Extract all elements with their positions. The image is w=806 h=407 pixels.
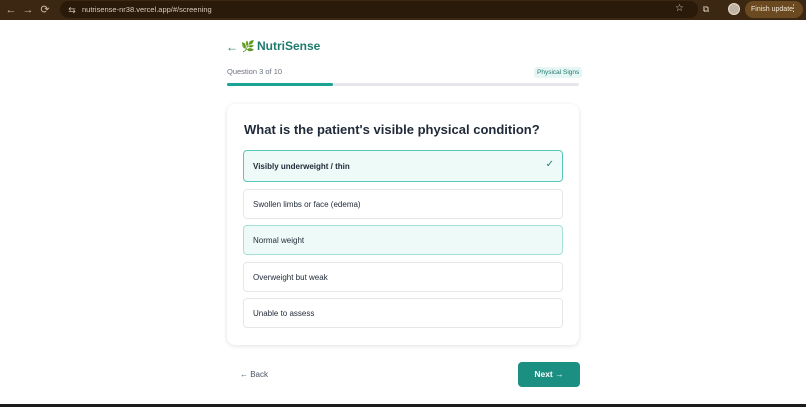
browser-toolbar: ← → ⟳ ⇆ nutrisense-nr38.vercel.app/#/scr… <box>0 0 806 20</box>
progress-bar-fill <box>227 83 333 86</box>
option-label: Swollen limbs or face (edema) <box>253 199 361 209</box>
question-counter: Question 3 of 10 <box>227 67 283 76</box>
browser-back-icon[interactable]: ← <box>4 3 18 17</box>
option-label: Visibly underweight / thin <box>253 161 350 171</box>
browser-forward-icon[interactable]: → <box>21 3 35 17</box>
section-badge: Physical Signs <box>534 67 583 78</box>
option-overweight-weak[interactable]: Overweight but weak <box>243 262 563 292</box>
brand-title: NutriSense <box>257 39 321 53</box>
browser-menu-icon[interactable]: ⋮ <box>789 3 798 14</box>
option-underweight[interactable]: Visibly underweight / thin ✓ <box>243 150 563 182</box>
check-icon: ✓ <box>545 159 554 170</box>
finish-update-label: Finish update <box>751 6 794 13</box>
extensions-icon[interactable]: ⧉ <box>700 3 712 15</box>
option-unable-to-assess[interactable]: Unable to assess <box>243 298 563 328</box>
option-normal-weight[interactable]: Normal weight <box>243 225 563 255</box>
bookmark-star-icon[interactable]: ☆ <box>675 3 684 14</box>
option-edema[interactable]: Swollen limbs or face (edema) <box>243 189 563 219</box>
finish-update-button[interactable]: Finish update ⋮ <box>745 1 803 18</box>
back-button[interactable]: ← Back <box>240 370 268 379</box>
option-label: Overweight but weak <box>253 272 328 282</box>
address-bar[interactable]: ⇆ nutrisense-nr38.vercel.app/#/screening… <box>60 1 698 18</box>
progress-bar <box>227 83 579 86</box>
next-button[interactable]: Next → <box>518 362 580 387</box>
option-label: Unable to assess <box>253 308 315 318</box>
url-text[interactable]: nutrisense-nr38.vercel.app/#/screening <box>82 5 212 14</box>
question-text: What is the patient's visible physical c… <box>244 122 540 137</box>
browser-reload-icon[interactable]: ⟳ <box>38 3 52 17</box>
back-arrow-icon[interactable]: ← <box>226 40 238 54</box>
site-info-icon[interactable]: ⇆ <box>66 4 78 16</box>
option-label: Normal weight <box>253 235 305 245</box>
leaf-icon: 🌿 <box>241 41 255 53</box>
profile-avatar[interactable] <box>728 3 740 15</box>
